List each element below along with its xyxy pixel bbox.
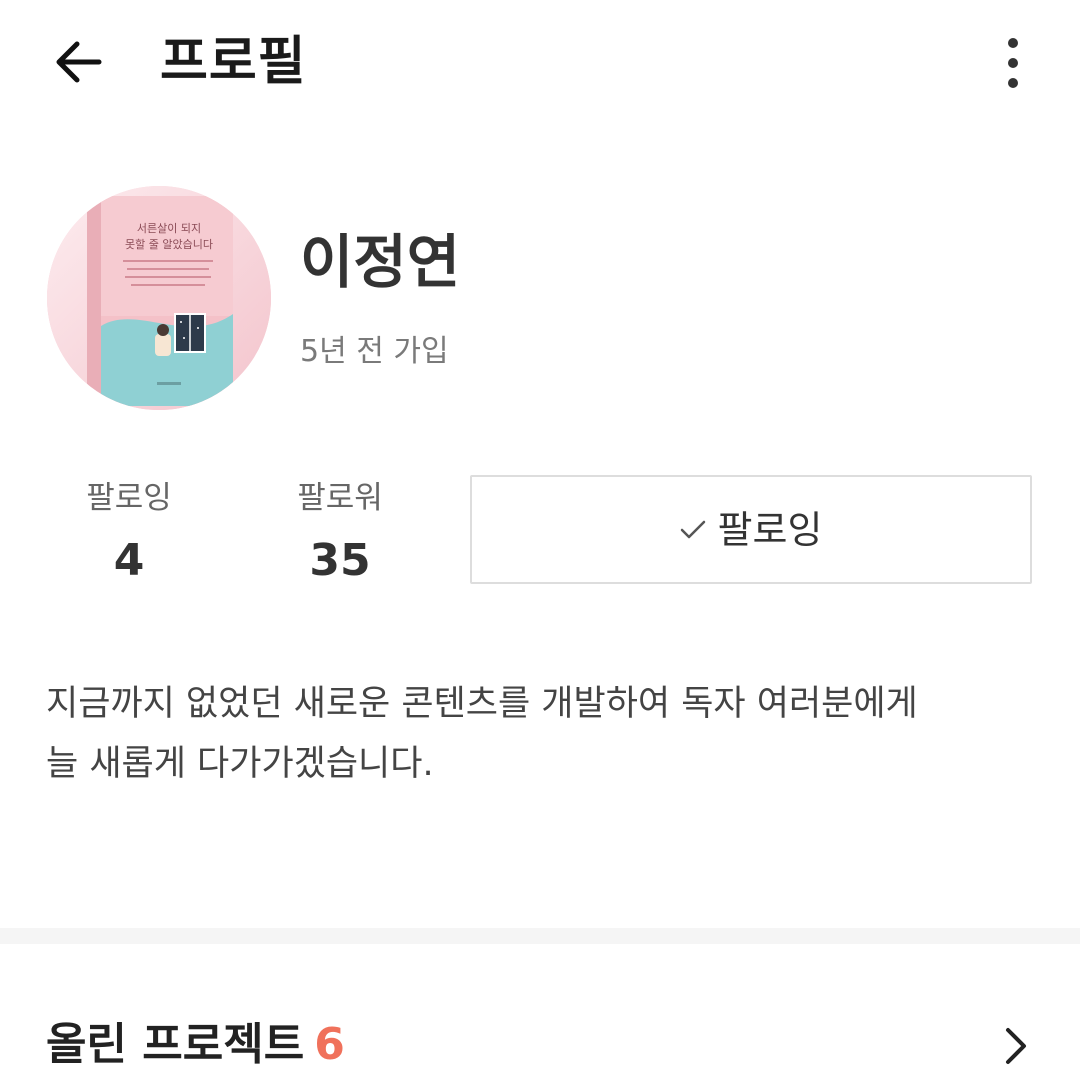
page-title: 프로필: [160, 32, 307, 92]
following-count: 4: [113, 535, 145, 586]
check-icon: [680, 520, 705, 538]
bio-line-2: 늘 새롭게 다가가겠습니다.: [46, 744, 434, 784]
following-stat[interactable]: 팔로잉 4: [39, 476, 219, 588]
project-count: 6: [314, 1019, 345, 1070]
bio: 지금까지 없었던 새로운 콘텐츠를 개발하여 독자 여러분에게 늘 새롭게 다가…: [46, 674, 1046, 794]
more-options-button[interactable]: [990, 32, 1036, 94]
avatar: 서른살이 되지 못할 줄 알았습니다: [47, 186, 271, 410]
book-title-line1: 서른살이 되지: [136, 222, 202, 235]
following-toggle-button[interactable]: 팔로잉: [470, 475, 1032, 584]
following-label: 팔로잉: [86, 480, 172, 516]
follow-button-label: 팔로잉: [717, 507, 823, 552]
uploaded-projects-row[interactable]: 올린 프로젝트 6: [0, 1010, 1080, 1080]
user-name: 이정연: [300, 228, 461, 296]
followers-count: 35: [309, 535, 371, 586]
uploaded-projects-title: 올린 프로젝트 6: [46, 1010, 345, 1080]
section-title-text: 올린 프로젝트: [46, 1019, 305, 1070]
more-vertical-icon: [1008, 38, 1018, 88]
book-cover-image: [47, 186, 271, 410]
back-button[interactable]: [44, 28, 112, 96]
arrow-left-icon: [56, 41, 102, 83]
book-title-line2: 못할 줄 알았습니다: [125, 238, 213, 251]
app-header: 프로필: [0, 0, 1080, 128]
section-divider: [0, 928, 1080, 944]
bio-line-1: 지금까지 없었던 새로운 콘텐츠를 개발하여 독자 여러분에게: [46, 684, 918, 724]
chevron-right-icon: [1006, 1028, 1026, 1064]
followers-label: 팔로워: [297, 480, 383, 516]
profile-screen: 프로필 서른살이 되지 못할 줄 알았습니다 이정연 5년 전 가입 팔로잉 4…: [0, 0, 1080, 1080]
joined-date: 5년 전 가입: [300, 334, 449, 369]
followers-stat[interactable]: 팔로워 35: [250, 476, 430, 588]
